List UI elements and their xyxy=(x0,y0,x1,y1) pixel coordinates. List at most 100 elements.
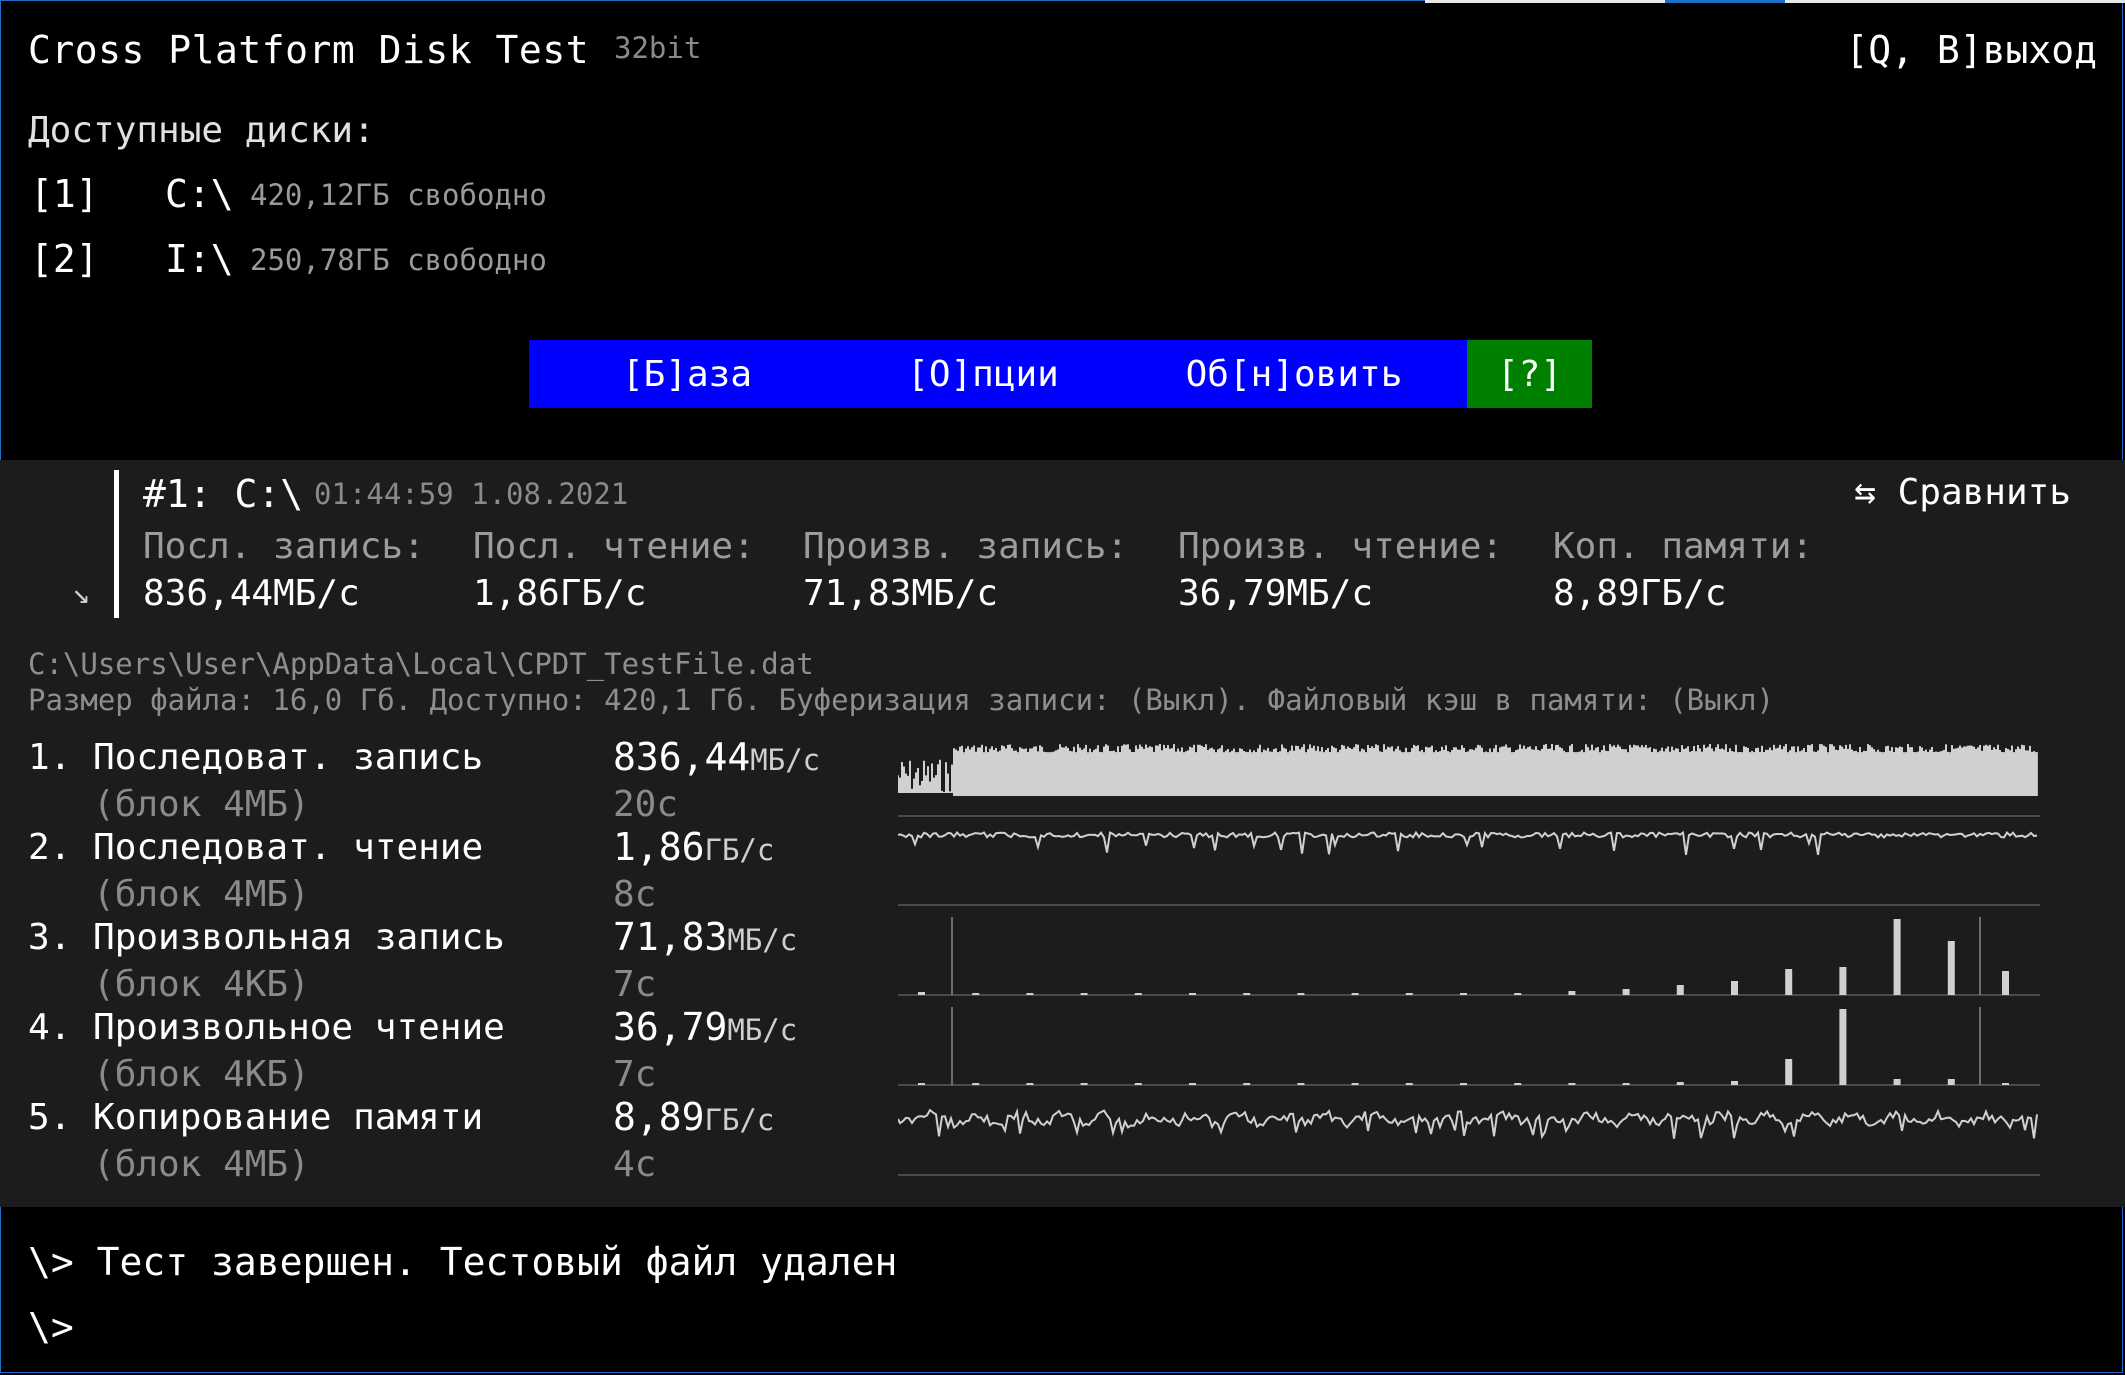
graph-rand-read-bar xyxy=(1676,1082,1684,1085)
graph-rand-write-bar xyxy=(1297,993,1305,995)
disk-1-letter[interactable]: C:\ xyxy=(165,172,234,216)
graph-rand-read-bar xyxy=(2002,1083,2009,1085)
main-menu: [Б]аза [О]пции Об[н]овить [?] xyxy=(529,340,1592,408)
test-2-block: (блок 4МБ) xyxy=(28,874,310,915)
summary-label-rand-write: Произв. запись: xyxy=(803,526,1129,567)
test-4-value-wrap: 36,79МБ/с xyxy=(613,1005,797,1049)
disk-2-letter[interactable]: I:\ xyxy=(165,237,234,281)
graph-rand-write-bar xyxy=(1514,993,1522,995)
graph-rand-read-bar xyxy=(918,1083,925,1085)
test-3-value: 71,83 xyxy=(613,915,728,959)
graph-rand-read-bar xyxy=(1839,1009,1847,1085)
test-3-unit: МБ/с xyxy=(727,923,798,957)
graph-rand-write-bar xyxy=(1622,989,1630,995)
graph-rand-read xyxy=(898,1007,2040,1086)
graph-rand-write-bar xyxy=(1893,919,1901,995)
graph-rand-write-bar xyxy=(1405,993,1413,995)
graph-rand-read-bar xyxy=(1568,1083,1576,1085)
test-5-name: 5. Копирование памяти xyxy=(28,1097,484,1138)
command-prompt[interactable]: \> xyxy=(28,1305,74,1349)
test-3-time: 7с xyxy=(613,964,657,1005)
summary-value-mem-copy: 8,89ГБ/с xyxy=(1553,573,1727,614)
graph-mem-copy-line xyxy=(898,1107,2038,1140)
graph-rand-read-bar xyxy=(1460,1083,1467,1085)
disk-1-key[interactable]: [1] xyxy=(30,172,99,216)
graph-seq-read xyxy=(898,830,2040,906)
graph-rand-read-bar xyxy=(1080,1083,1088,1085)
graph-rand-read-bar xyxy=(1405,1083,1413,1085)
result-header: #1: C:\ xyxy=(143,472,304,516)
graph-rand-write-bar xyxy=(1189,993,1196,995)
test-2-time: 8с xyxy=(613,874,657,915)
test-4-name: 4. Произвольное чтение xyxy=(28,1007,505,1048)
graph-rand-read-bar xyxy=(1189,1083,1196,1085)
test-4-unit: МБ/с xyxy=(727,1013,798,1047)
graph-rand-write-bar xyxy=(1947,941,1955,995)
graph-rand-write-bar xyxy=(918,992,925,995)
window-top-strip xyxy=(1425,0,1665,3)
graph-rand-write-bar xyxy=(1026,993,1034,995)
graph-rand-write-bar xyxy=(1676,985,1684,995)
summary-label-rand-read: Произв. чтение: xyxy=(1178,526,1504,567)
summary-label-mem-copy: Коп. памяти: xyxy=(1553,526,1814,567)
result-datetime: 01:44:59 1.08.2021 xyxy=(314,477,629,511)
graph-rand-read-bar xyxy=(1893,1079,1901,1085)
test-1-block: (блок 4МБ) xyxy=(28,784,310,825)
disk-2-key[interactable]: [2] xyxy=(30,237,99,281)
quit-button[interactable]: [Q, В]выход xyxy=(1845,28,2097,72)
graph-rand-read-bar xyxy=(1731,1081,1738,1085)
test-2-value-wrap: 1,86ГБ/с xyxy=(613,825,774,869)
graph-rand-read-bar xyxy=(1514,1083,1522,1085)
graph-rand-read-bar xyxy=(1785,1059,1793,1085)
graph-rand-write xyxy=(898,917,2040,996)
graph-rand-read-bar xyxy=(1947,1079,1955,1085)
window-top-strip-accent xyxy=(1665,0,1785,3)
test-1-time: 20с xyxy=(613,784,679,825)
summary-value-rand-read: 36,79МБ/с xyxy=(1178,573,1374,614)
help-button[interactable]: [?] xyxy=(1467,340,1592,408)
disks-heading: Доступные диски: xyxy=(28,110,375,151)
test-5-value: 8,89 xyxy=(613,1095,705,1139)
test-5-value-wrap: 8,89ГБ/с xyxy=(613,1095,774,1139)
graph-rand-read-bar xyxy=(1243,1083,1251,1085)
test-1-value: 836,44 xyxy=(613,735,751,779)
compare-button[interactable]: ⇆ Сравнить xyxy=(1854,472,2071,513)
base-button[interactable]: [Б]аза xyxy=(529,340,845,408)
summary-value-rand-write: 71,83МБ/с xyxy=(803,573,999,614)
graph-rand-read-bar xyxy=(1134,1083,1142,1085)
graph-rand-read-bar xyxy=(1351,1083,1359,1085)
graph-rand-read-bar xyxy=(972,1083,980,1085)
refresh-button[interactable]: Об[н]овить xyxy=(1121,340,1467,408)
test-3-name: 3. Произвольная запись xyxy=(28,917,505,958)
graph-mem-copy xyxy=(898,1107,2040,1176)
graph-rand-write-bar xyxy=(1839,967,1847,995)
test-3-value-wrap: 71,83МБ/с xyxy=(613,915,797,959)
graph-seq-write-fill xyxy=(953,752,2038,796)
test-5-block: (блок 4МБ) xyxy=(28,1144,310,1185)
bitness-label: 32bit xyxy=(614,31,702,65)
graph-rand-write-bar xyxy=(1243,993,1251,995)
status-message: \> Тест завершен. Тестовый файл удален xyxy=(28,1240,898,1284)
test-5-unit: ГБ/с xyxy=(704,1103,775,1137)
test-4-time: 7с xyxy=(613,1054,657,1095)
graph-seq-read-line xyxy=(898,830,2038,855)
test-1-name: 1. Последоват. запись xyxy=(28,737,484,778)
summary-value-seq-read: 1,86ГБ/с xyxy=(473,573,647,614)
graph-rand-write-bar xyxy=(1460,993,1467,995)
graph-rand-write-bar xyxy=(1568,991,1576,995)
options-button[interactable]: [О]пции xyxy=(845,340,1121,408)
test-4-value: 36,79 xyxy=(613,1005,728,1049)
graph-rand-write-bar xyxy=(1080,993,1088,995)
summary-label-seq-read: Посл. чтение: xyxy=(473,526,755,567)
test-file-path: C:\Users\User\AppData\Local\CPDT_TestFil… xyxy=(28,647,814,681)
test-1-value-wrap: 836,44МБ/с xyxy=(613,735,820,779)
expand-arrow-icon[interactable]: ↘ xyxy=(72,576,90,611)
app-title: Cross Platform Disk Test xyxy=(28,28,590,72)
graph-rand-write-bar xyxy=(1785,969,1793,995)
summary-label-seq-write: Посл. запись: xyxy=(143,526,425,567)
test-2-value: 1,86 xyxy=(613,825,705,869)
graph-rand-write-bar xyxy=(1134,993,1142,995)
graph-rand-read-bar xyxy=(1622,1083,1630,1085)
graph-seq-write xyxy=(898,744,2040,817)
summary-value-seq-write: 836,44МБ/с xyxy=(143,573,360,614)
